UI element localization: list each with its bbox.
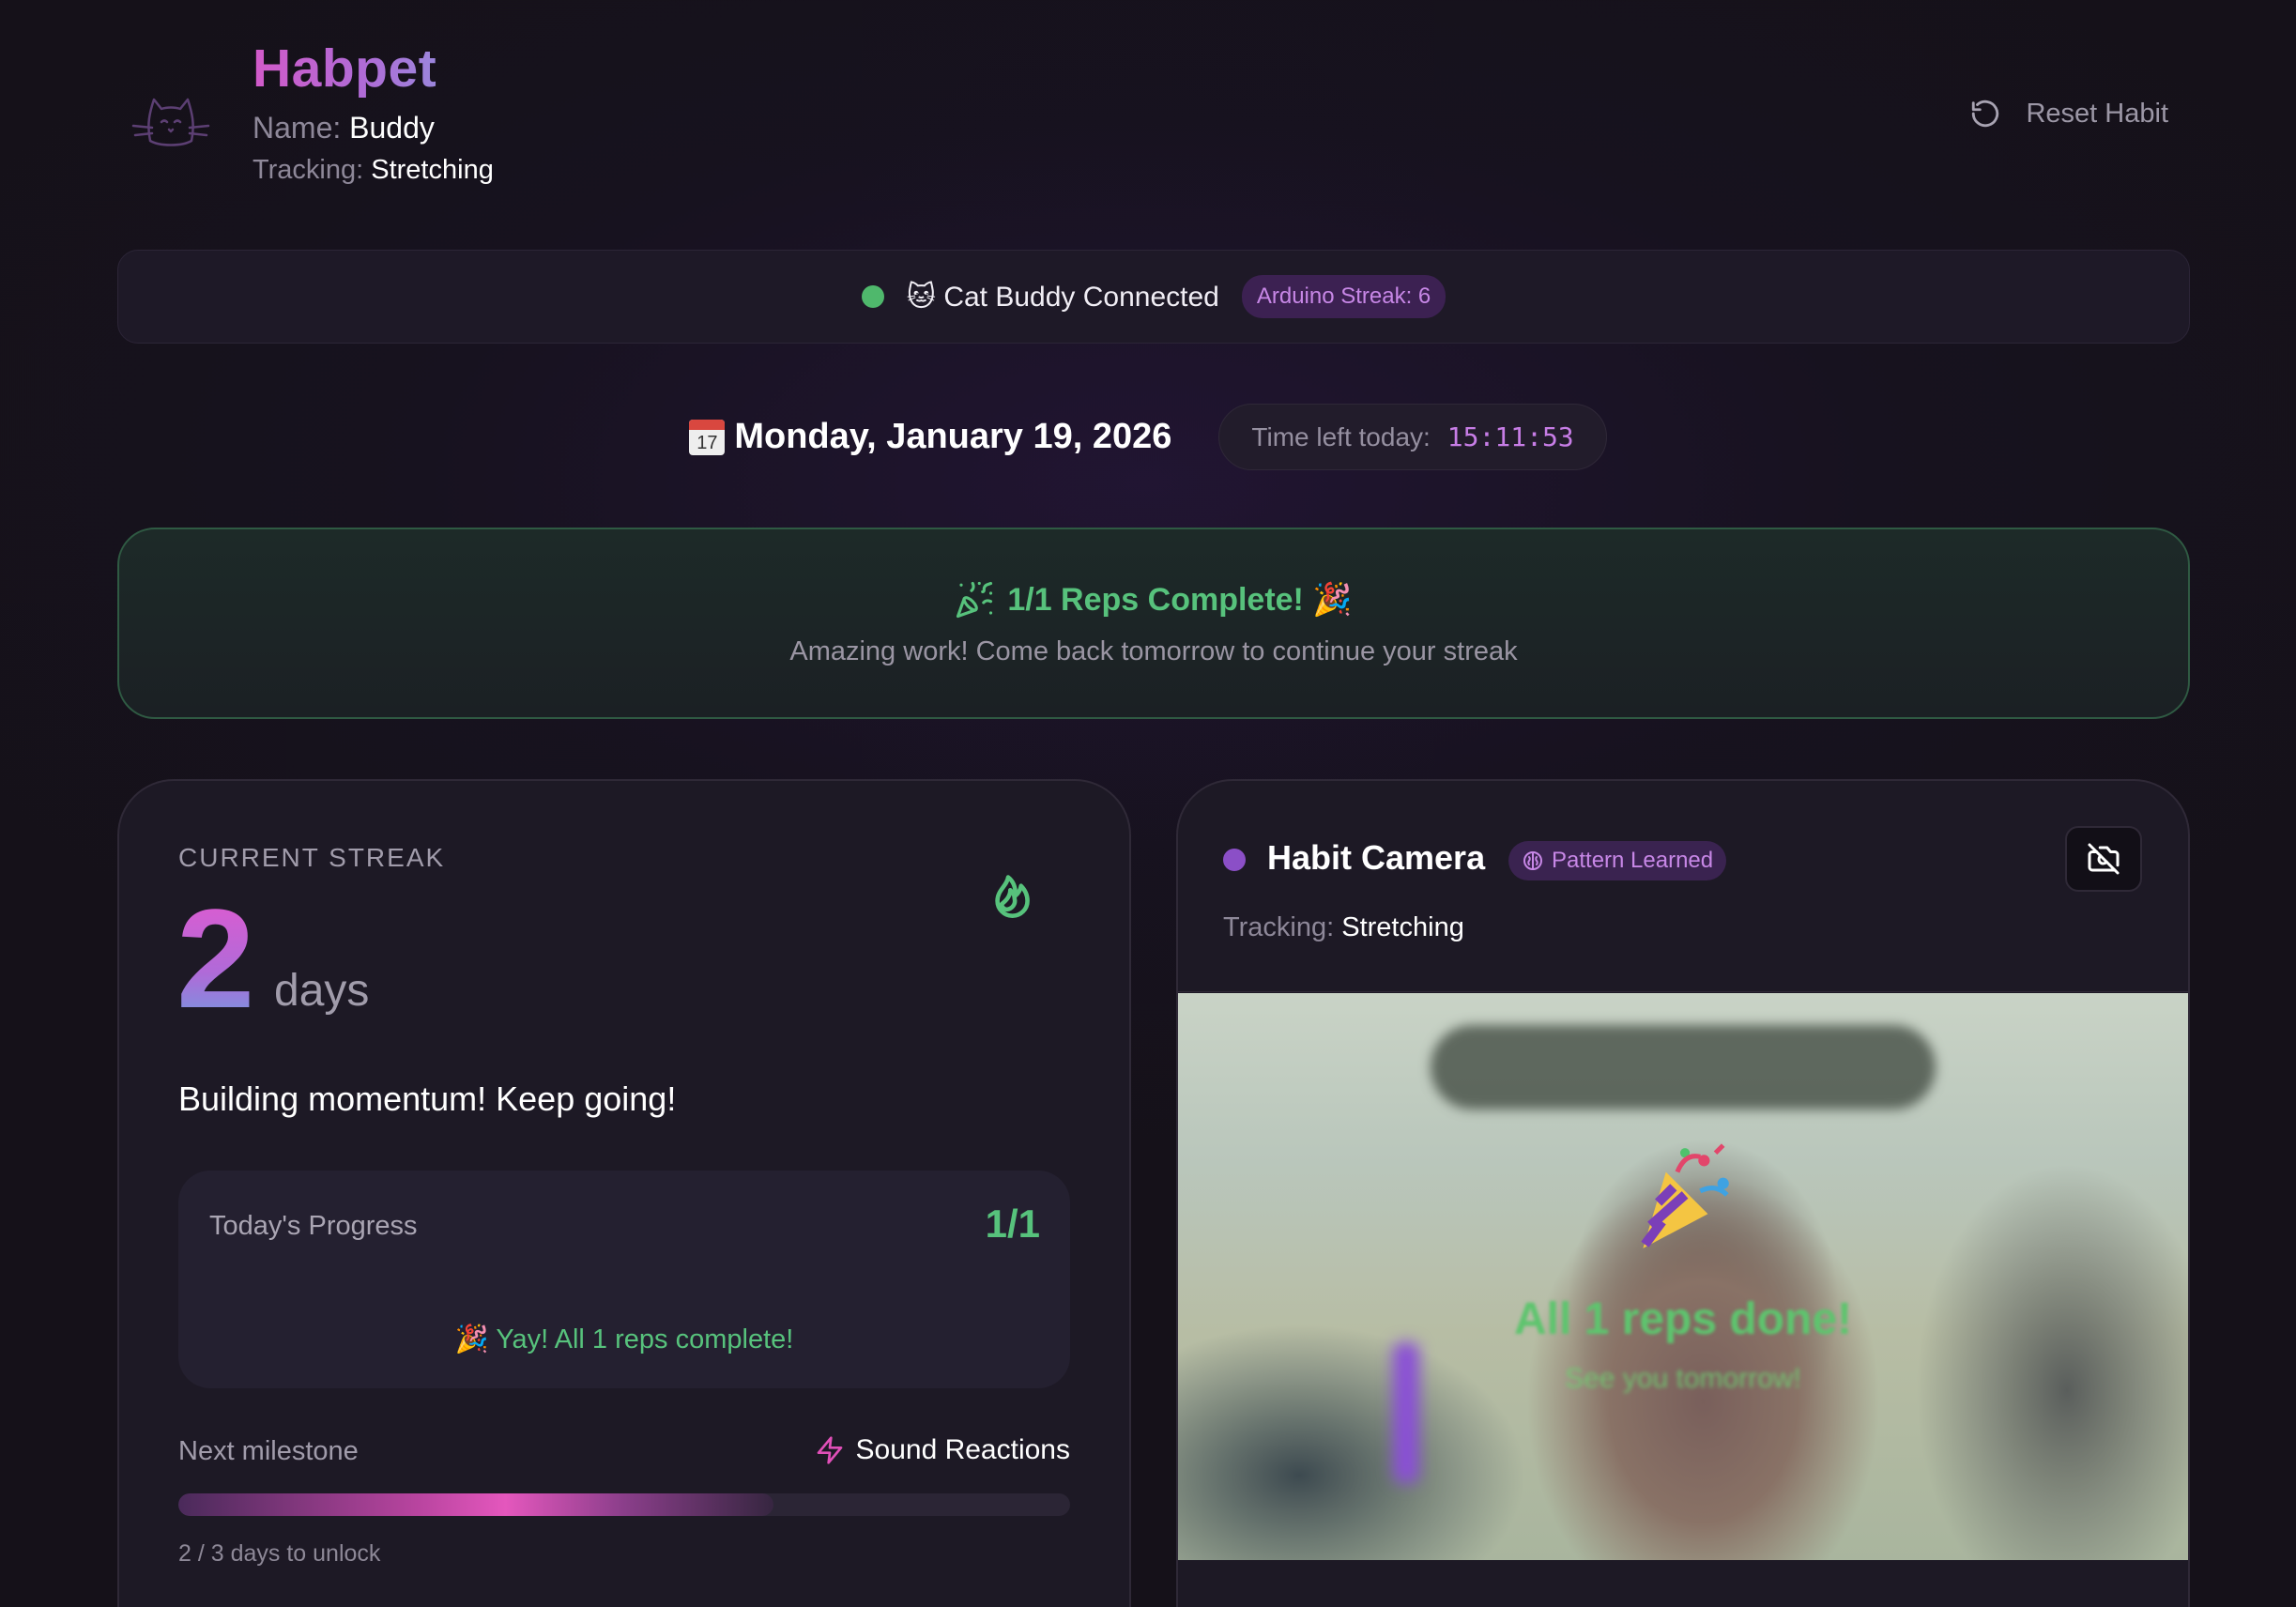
flame-icon	[995, 875, 1030, 918]
time-left-value: 15:11:53	[1446, 421, 1574, 452]
calendar-icon: 17	[689, 419, 726, 455]
reps-complete-banner: 1/1 Reps Complete! 🎉 Amazing work! Come …	[117, 528, 2190, 719]
date-row: 17 Monday, January 19, 2026 Time left to…	[0, 404, 2296, 470]
cat-logo-icon	[131, 98, 210, 146]
current-date: 17 Monday, January 19, 2026	[689, 417, 1171, 457]
todays-progress-label: Today's Progress	[209, 1211, 418, 1241]
camera-title: Habit Camera	[1267, 838, 1486, 877]
time-left-label: Time left today:	[1251, 421, 1431, 451]
reset-habit-button[interactable]: Reset Habit	[1969, 98, 2168, 130]
pet-name-value: Buddy	[349, 111, 435, 145]
milestone-unlock-text: 2 / 3 days to unlock	[178, 1540, 381, 1567]
connection-bar: 🐱 Cat Buddy Connected Arduino Streak: 6	[117, 250, 2190, 344]
reset-habit-label: Reset Habit	[2026, 98, 2168, 129]
camera-toggle-button[interactable]	[2065, 826, 2142, 892]
todays-progress-done-text: 🎉 Yay! All 1 reps complete!	[454, 1324, 794, 1354]
camera-off-icon	[2088, 843, 2120, 875]
party-popper-icon	[1641, 1143, 1729, 1248]
milestone-reward: Sound Reactions	[815, 1434, 1071, 1466]
brain-icon	[1523, 851, 1542, 870]
app-title: Habpet	[253, 38, 437, 99]
pattern-learned-text: Pattern Learned	[1552, 848, 1714, 873]
lightning-icon	[817, 1436, 842, 1464]
streak-label: CURRENT STREAK	[178, 843, 446, 872]
banner-title-text: 1/1 Reps Complete! 🎉	[1007, 581, 1353, 618]
date-text: Monday, January 19, 2026	[734, 417, 1172, 456]
tracking-habit: Tracking: Stretching	[253, 155, 494, 186]
pet-name-label: Name:	[253, 111, 342, 145]
tracking-value: Stretching	[371, 155, 494, 185]
tracking-label: Tracking:	[253, 155, 364, 185]
milestone-progress-fill	[178, 1493, 773, 1516]
time-left-pill: Time left today: 15:11:53	[1218, 404, 1607, 470]
camera-divider	[1178, 991, 2188, 992]
banner-title: 1/1 Reps Complete! 🎉	[955, 580, 1353, 620]
camera-feed-bubble	[1431, 1025, 1936, 1110]
camera-tracking: Tracking: Stretching	[1223, 912, 1464, 943]
camera-tracking-value: Stretching	[1341, 912, 1464, 942]
arduino-streak-badge: Arduino Streak: 6	[1241, 275, 1446, 318]
next-milestone-label: Next milestone	[178, 1436, 359, 1466]
calendar-icon-day: 17	[696, 432, 718, 453]
streak-message: Building momentum! Keep going!	[178, 1079, 677, 1118]
milestone-progress-bar	[178, 1493, 1070, 1516]
todays-progress-box	[178, 1171, 1070, 1388]
camera-overlay-title: All 1 reps done!	[1513, 1294, 1853, 1344]
todays-progress-count: 1/1	[985, 1201, 1040, 1246]
reset-icon	[1972, 99, 1999, 128]
camera-overlay-subtitle: See you tomorrow!	[1565, 1363, 1801, 1394]
streak-value: 2	[176, 880, 255, 1037]
connection-status-text: 🐱 Cat Buddy Connected	[906, 281, 1219, 313]
party-popper-icon	[957, 581, 993, 618]
milestone-reward-text: Sound Reactions	[855, 1434, 1071, 1465]
pattern-learned-badge: Pattern Learned	[1508, 841, 1727, 880]
camera-tracking-label: Tracking:	[1223, 912, 1335, 942]
streak-unit: days	[274, 966, 370, 1016]
pet-name: Name: Buddy	[253, 111, 435, 145]
connection-status-dot	[861, 285, 884, 308]
banner-subtitle: Amazing work! Come back tomorrow to cont…	[789, 635, 1518, 666]
camera-status-dot	[1223, 849, 1246, 871]
